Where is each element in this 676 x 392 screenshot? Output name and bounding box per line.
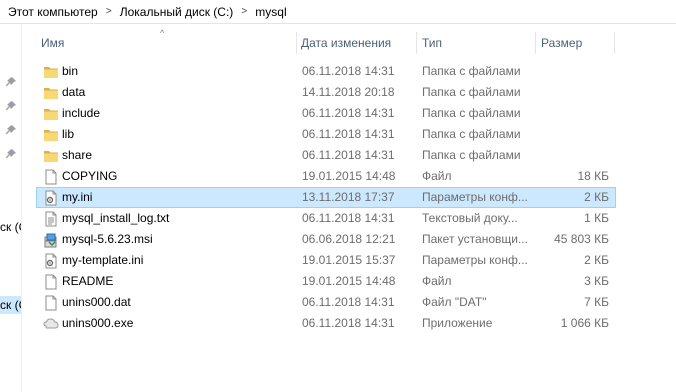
file-name: include: [62, 106, 101, 120]
file-name: unins000.dat: [62, 295, 131, 309]
file-date: 13.11.2018 17:37: [302, 190, 395, 204]
nav-item-drive-selected[interactable]: ск (С: [0, 296, 21, 314]
file-type: Файл "DAT": [422, 295, 487, 309]
file-date: 06.11.2018 14:31: [302, 316, 395, 330]
file-date: 06.11.2018 14:31: [302, 295, 395, 309]
file-size: [537, 83, 609, 102]
file-type: Папка с файлами: [422, 106, 521, 120]
chevron-right-icon[interactable]: >: [237, 6, 251, 17]
file-type: Папка с файлами: [422, 127, 521, 141]
settings-file-icon: [43, 253, 59, 269]
file-size: 2 КБ: [584, 190, 609, 204]
column-header-type[interactable]: Тип: [417, 28, 535, 58]
file-type: Файл: [422, 274, 452, 288]
file-name: my-template.ini: [62, 253, 144, 267]
file-name: data: [62, 85, 86, 99]
file-list: bin 06.11.2018 14:31 Папка с файлами data 14…: [36, 61, 616, 334]
file-date: 19.01.2015 15:37: [302, 253, 396, 267]
app-icon: [43, 316, 59, 332]
file-size: [537, 104, 609, 123]
column-header-date[interactable]: Дата изменения: [296, 28, 416, 58]
file-row[interactable]: my.ini 13.11.2018 17:37 Параметры конф... 2…: [36, 187, 616, 208]
file-date: 06.11.2018 14:31: [302, 106, 395, 120]
file-row[interactable]: COPYING 19.01.2015 14:48 Файл 18 КБ: [36, 166, 616, 187]
folder-icon: [43, 85, 59, 101]
file-name: mysql_install_log.txt: [62, 211, 170, 225]
file-size: 1 066 КБ: [560, 316, 609, 330]
pin-icon[interactable]: [5, 124, 17, 136]
file-type: Параметры конф...: [422, 253, 528, 267]
file-size: 2 КБ: [584, 253, 609, 267]
file-row[interactable]: mysql-5.6.23.msi 06.06.2018 12:21 Пакет ус…: [36, 229, 616, 250]
breadcrumb-item-folder[interactable]: mysql: [251, 5, 290, 19]
file-type: Файл: [422, 169, 452, 183]
settings-file-icon: [43, 190, 59, 206]
file-size: 1 КБ: [584, 211, 609, 225]
navigation-pane: ск (С ск (С: [0, 24, 22, 392]
file-size: 7 КБ: [584, 295, 609, 309]
file-date: 19.01.2015 14:48: [302, 169, 396, 183]
breadcrumb: Этот компьютер > Локальный диск (C:) > m…: [0, 0, 676, 24]
file-date: 06.11.2018 14:31: [302, 64, 395, 78]
file-type: Параметры конф...: [422, 190, 528, 204]
file-type: Пакет установщи...: [422, 232, 528, 246]
file-date: 06.11.2018 14:31: [302, 211, 395, 225]
file-row[interactable]: include 06.11.2018 14:31 Папка с файлами: [36, 103, 616, 124]
file-size: [537, 146, 609, 165]
file-type: Текстовый доку...: [422, 211, 518, 225]
file-row[interactable]: data 14.11.2018 20:18 Папка с файлами: [36, 82, 616, 103]
column-header-size[interactable]: Размер: [536, 28, 614, 58]
file-name: mysql-5.6.23.msi: [62, 232, 153, 246]
file-row[interactable]: bin 06.11.2018 14:31 Папка с файлами: [36, 61, 616, 82]
nav-item-drive[interactable]: ск (С: [0, 218, 21, 236]
column-header-name[interactable]: Имя: [36, 28, 296, 58]
file-row[interactable]: lib 06.11.2018 14:31 Папка с файлами: [36, 124, 616, 145]
file-size: 18 КБ: [577, 169, 609, 183]
text-file-icon: [43, 211, 59, 227]
file-type: Папка с файлами: [422, 64, 521, 78]
column-divider[interactable]: [614, 32, 615, 54]
file-type: Папка с файлами: [422, 148, 521, 162]
file-name: COPYING: [62, 169, 118, 183]
file-size: 3 КБ: [584, 274, 609, 288]
file-row[interactable]: unins000.exe 06.11.2018 14:31 Приложение 1 …: [36, 313, 616, 334]
file-row[interactable]: unins000.dat 06.11.2018 14:31 Файл "DAT" 7 …: [36, 292, 616, 313]
folder-icon: [43, 127, 59, 143]
file-type: Приложение: [422, 316, 493, 330]
column-header-row: ^ Имя Дата изменения Тип Размер: [36, 28, 616, 58]
file-name: unins000.exe: [62, 316, 134, 330]
file-name: lib: [62, 127, 75, 141]
file-date: 06.11.2018 14:31: [302, 148, 395, 162]
installer-icon: [43, 232, 59, 248]
file-size: [537, 62, 609, 81]
file-icon: [43, 169, 59, 185]
file-date: 06.11.2018 14:31: [302, 127, 395, 141]
file-name: share: [62, 148, 93, 162]
breadcrumb-item-drive[interactable]: Локальный диск (C:): [116, 5, 238, 19]
file-icon: [43, 274, 59, 290]
file-name: README: [62, 274, 114, 288]
file-date: 19.01.2015 14:48: [302, 274, 396, 288]
breadcrumb-item-computer[interactable]: Этот компьютер: [4, 5, 102, 19]
file-type: Папка с файлами: [422, 85, 521, 99]
file-icon: [43, 295, 59, 311]
pin-icon[interactable]: [5, 100, 17, 112]
file-size: [537, 125, 609, 144]
file-row[interactable]: mysql_install_log.txt 06.11.2018 14:31 Тек…: [36, 208, 616, 229]
file-name: bin: [62, 64, 79, 78]
pin-icon[interactable]: [5, 76, 17, 88]
file-row[interactable]: my-template.ini 19.01.2015 15:37 Параметры…: [36, 250, 616, 271]
file-date: 14.11.2018 20:18: [302, 85, 395, 99]
file-size: 45 803 КБ: [554, 232, 609, 246]
folder-icon: [43, 148, 59, 164]
folder-icon: [43, 106, 59, 122]
file-row[interactable]: share 06.11.2018 14:31 Папка с файлами: [36, 145, 616, 166]
pin-icon[interactable]: [5, 148, 17, 160]
folder-icon: [43, 64, 59, 80]
file-row[interactable]: README 19.01.2015 14:48 Файл 3 КБ: [36, 271, 616, 292]
chevron-right-icon[interactable]: >: [102, 6, 116, 17]
file-name: my.ini: [62, 190, 93, 204]
file-date: 06.06.2018 12:21: [302, 232, 396, 246]
